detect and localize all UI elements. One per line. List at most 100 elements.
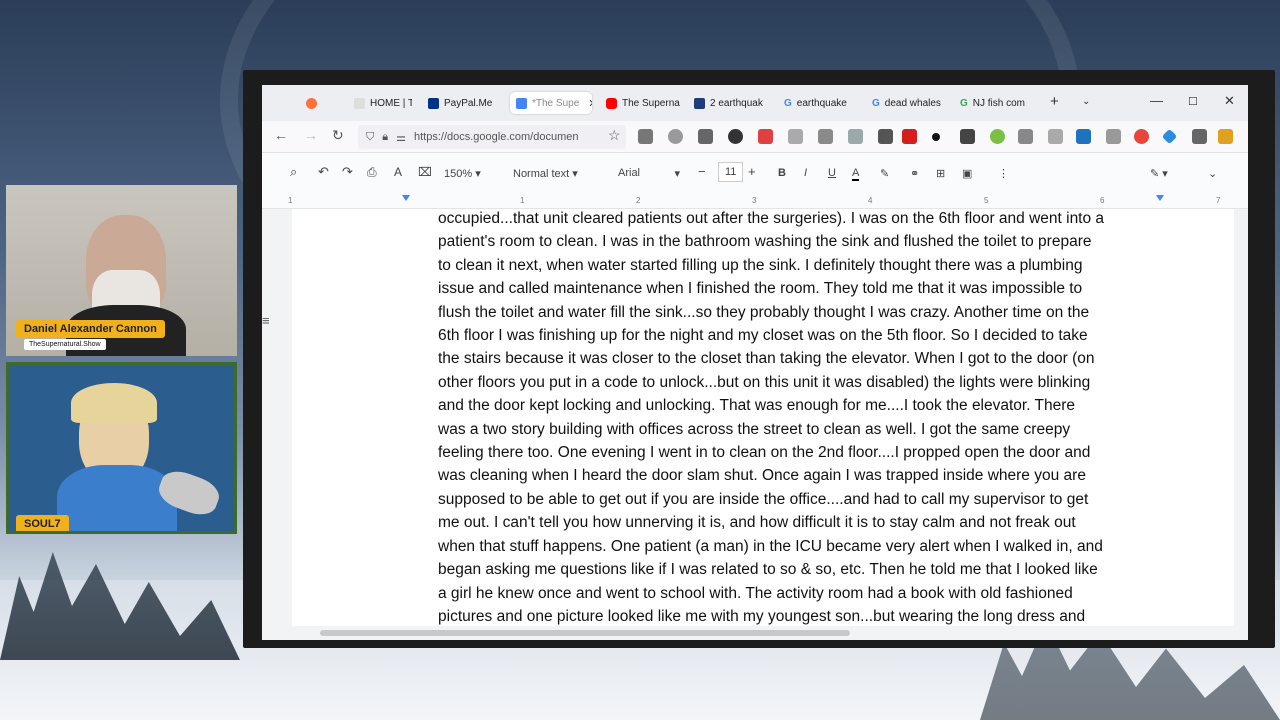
extension-icon[interactable] — [638, 129, 653, 144]
document-line[interactable]: 6th floor I was finishing up for the nig… — [438, 324, 1198, 347]
text-color-icon[interactable]: A — [852, 167, 860, 181]
decrease-font-size-icon[interactable]: − — [698, 164, 706, 179]
right-indent-marker[interactable] — [1156, 195, 1164, 201]
docs-toolbar: ⌕ ↶ ↷ ⎙ A ⌧ 150% ▾ Normal text ▾ Arial ▾ … — [262, 153, 1248, 195]
tab-paypal[interactable]: PayPal.Me — [422, 92, 502, 114]
underline-icon[interactable]: U — [828, 167, 836, 179]
font-size-input[interactable]: 11 — [718, 162, 744, 182]
minimize-icon[interactable]: — — [1150, 93, 1163, 108]
host1-show-badge: TheSupernatural.Show — [24, 339, 106, 350]
webcam-host1: Daniel Alexander Cannon TheSupernatural.… — [6, 185, 237, 356]
address-bar[interactable]: ⛉ 🔒︎ ⚌ https://docs.google.com/documen — [358, 125, 626, 149]
document-line[interactable]: began asking me questions like if I was … — [438, 558, 1198, 581]
tab-home[interactable]: HOME | The — [348, 92, 412, 114]
pin-icon[interactable] — [1048, 129, 1063, 144]
undo-icon[interactable]: ↶ — [318, 164, 329, 180]
pocket-icon[interactable] — [668, 129, 683, 144]
link-icon[interactable]: ⚭ — [910, 167, 919, 180]
close-icon[interactable]: ✕ — [588, 97, 592, 110]
grid-icon[interactable] — [788, 129, 803, 144]
tab-label: earthquake — [796, 97, 847, 109]
tab-label: 2 earthquak — [710, 97, 763, 109]
green-extension-icon[interactable] — [990, 129, 1005, 144]
document-line[interactable]: to clean it next, when water started fil… — [438, 254, 1198, 277]
image-extension-icon[interactable] — [1076, 129, 1091, 144]
highlight-icon[interactable]: ✎ — [880, 167, 889, 180]
comment-icon[interactable]: ⊞ — [936, 167, 945, 180]
record-icon[interactable] — [932, 133, 940, 141]
ruler-number: 3 — [752, 196, 757, 205]
tab-earthquake[interactable]: G earthquake — [778, 92, 862, 114]
search-menus-icon[interactable]: ⌕ — [290, 164, 297, 180]
document-line[interactable]: was a two story building with offices ac… — [438, 418, 1198, 441]
spellcheck-icon[interactable]: A — [394, 165, 402, 179]
save-icon[interactable] — [878, 129, 893, 144]
document-line[interactable]: when that stuff happens. One patient (a … — [438, 535, 1198, 558]
paint-format-icon[interactable]: ⌧ — [418, 165, 432, 179]
extensions-icon[interactable] — [1192, 129, 1207, 144]
document-line[interactable]: and the door kept locking and unlocking.… — [438, 394, 1198, 417]
site-icon — [354, 97, 365, 109]
collapse-chevron-icon[interactable]: ⌄ — [1208, 167, 1217, 180]
document-line[interactable]: patient's room to clean. I was in the ba… — [438, 230, 1198, 253]
document-line[interactable]: the stairs because it was closer to the … — [438, 347, 1198, 370]
scroll-thumb[interactable] — [320, 630, 850, 636]
document-line[interactable]: supposed to be able to get out if you ar… — [438, 488, 1198, 511]
increase-font-size-icon[interactable]: + — [748, 164, 756, 179]
forward-icon[interactable]: → — [304, 127, 318, 143]
document-line[interactable]: a girl he knew once and went to school w… — [438, 582, 1198, 605]
more-icon[interactable]: ⋮ — [998, 167, 1009, 180]
puzzle-icon[interactable] — [960, 129, 975, 144]
tab-youtube[interactable]: The Superna — [600, 92, 680, 114]
outline-icon[interactable]: ≡ — [262, 313, 270, 328]
webcam-host2: SOUL7 — [6, 362, 237, 534]
clock-icon[interactable] — [728, 129, 743, 144]
italic-icon[interactable]: I — [804, 167, 807, 179]
tab-google-docs[interactable]: *The Supe ✕ — [510, 92, 592, 114]
editing-mode-icon[interactable]: ✎ ▾ — [1150, 167, 1168, 180]
document-line[interactable]: issue and called maintenance when I fini… — [438, 277, 1198, 300]
download-icon[interactable] — [698, 129, 713, 144]
screenshot-icon[interactable] — [758, 129, 773, 144]
screen-icon[interactable] — [848, 129, 863, 144]
indent-marker[interactable] — [402, 195, 410, 201]
document-line[interactable]: me out. I can't tell you how unnerving i… — [438, 511, 1198, 534]
document-line[interactable]: was cleaning when I heard the door slam … — [438, 464, 1198, 487]
image-icon[interactable]: ▣ — [962, 167, 972, 180]
c-icon[interactable] — [1106, 129, 1121, 144]
menu-icon[interactable] — [1218, 129, 1233, 144]
back-icon[interactable]: ← — [274, 127, 288, 143]
tab-fox-news[interactable]: 2 earthquak — [688, 92, 768, 114]
photo-icon[interactable] — [818, 129, 833, 144]
google-icon: G — [784, 97, 792, 109]
zoom-select[interactable]: 150% ▾ — [444, 167, 481, 180]
tab-firefox[interactable] — [300, 92, 323, 114]
chrome-ext-icon[interactable] — [1134, 129, 1149, 144]
redo-icon[interactable]: ↷ — [342, 164, 353, 180]
print-icon[interactable]: ⎙ — [367, 165, 377, 180]
pdf-icon[interactable] — [902, 129, 917, 144]
arrow-down-icon[interactable] — [1018, 129, 1033, 144]
document-line[interactable]: other floors you put in a code to unlock… — [438, 371, 1198, 394]
style-select[interactable]: Normal text ▾ — [513, 167, 578, 180]
tab-dead-whales[interactable]: G dead whales — [866, 92, 950, 114]
diamond-icon[interactable] — [1161, 128, 1178, 145]
font-select[interactable]: Arial ▾ — [618, 167, 680, 180]
reload-icon[interactable]: ↻ — [332, 127, 344, 144]
bookmark-star-icon[interactable]: ☆ — [608, 127, 621, 144]
document-body[interactable]: occupied...that unit cleared patients ou… — [438, 209, 1198, 626]
document-line[interactable]: flush the toilet and water fill the sink… — [438, 301, 1198, 324]
document-line[interactable]: feeling there too. One evening I went in… — [438, 441, 1198, 464]
tab-list-chevron-icon[interactable]: ⌄ — [1082, 96, 1090, 107]
ruler-number: 6 — [1100, 196, 1105, 205]
tab-nj-fish[interactable]: G NJ fish com — [954, 92, 1036, 114]
bold-icon[interactable]: B — [778, 167, 786, 179]
document-line[interactable]: occupied...that unit cleared patients ou… — [438, 209, 1198, 230]
new-tab-icon[interactable]: + — [1050, 93, 1059, 110]
firefox-icon — [306, 97, 317, 109]
horizontal-scrollbar[interactable] — [262, 626, 1248, 640]
close-window-icon[interactable]: ✕ — [1224, 93, 1235, 109]
document-line[interactable]: pictures and one picture looked like me … — [438, 605, 1198, 626]
maximize-icon[interactable]: ☐ — [1188, 95, 1198, 108]
document-page[interactable]: occupied...that unit cleared patients ou… — [292, 209, 1234, 626]
